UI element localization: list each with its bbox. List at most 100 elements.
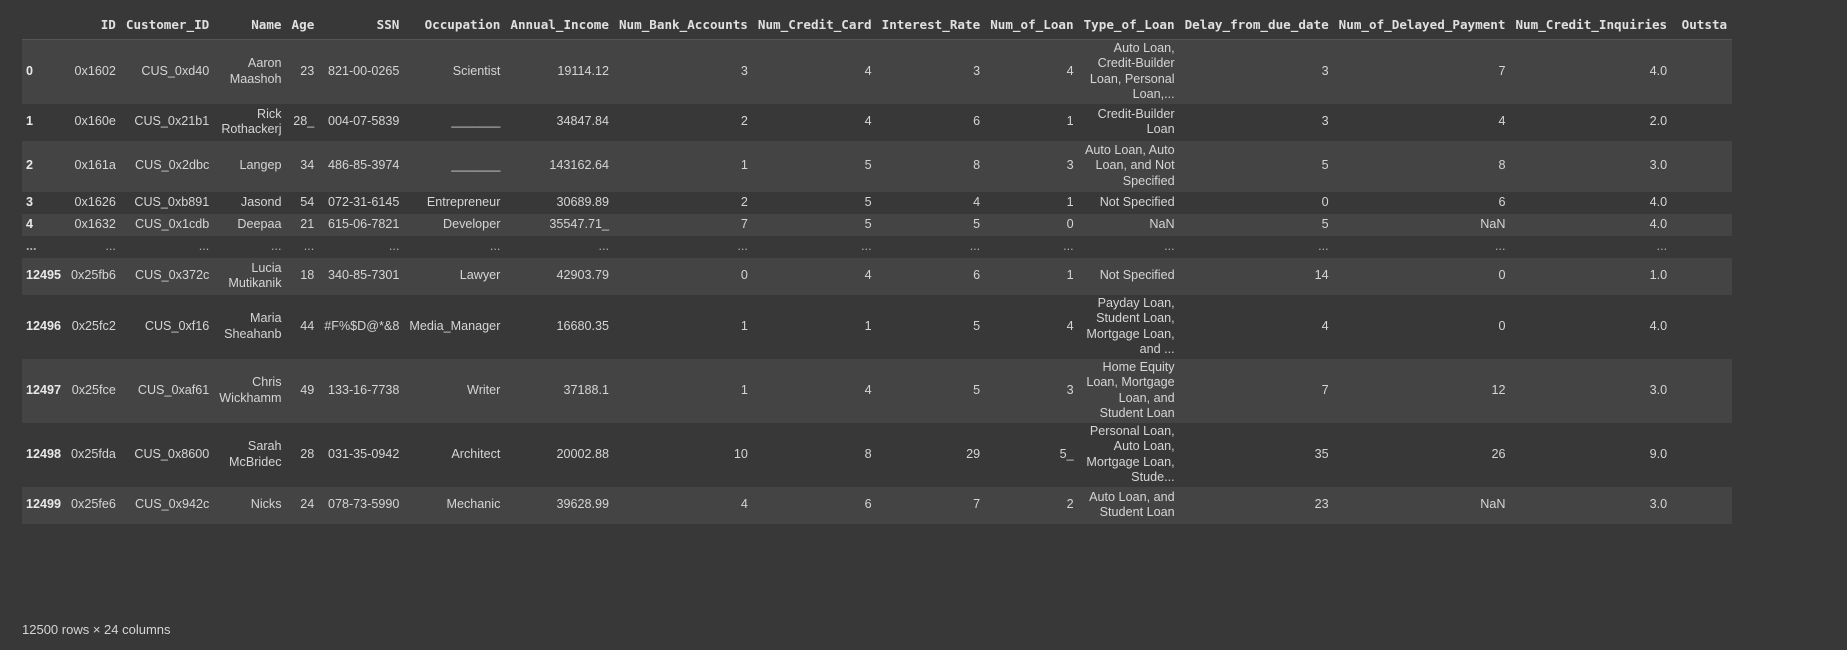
table-cell: CUS_0xf16 (144, 318, 210, 333)
table-cell (1672, 236, 1732, 258)
table-cell: 4 (1066, 64, 1074, 78)
ellipsis-row: ........................................… (22, 235, 1733, 258)
table-cell: 4 (740, 497, 748, 512)
table-cell: 4.0 (1649, 216, 1668, 231)
table-cell: Chris Wickhamm (219, 375, 282, 405)
table-row: 12499 0x25fe6 CUS_0x942c Nicks 24 078-73-5990… (22, 486, 1733, 524)
table-row: 12497 0x25fce CUS_0xaf61 Chris Wickhamm 49 13… (22, 358, 1733, 423)
row-index: 4 (26, 216, 34, 231)
table-cell: 4 (864, 114, 872, 129)
table-cell (1672, 104, 1732, 141)
table-cell: 4 (864, 64, 872, 78)
table-cell: 5 (973, 216, 981, 231)
table-cell: ... (105, 238, 116, 253)
table-cell: Personal Loan, Auto Loan, Mortgage Loan,… (1086, 423, 1175, 485)
table-cell: 0x161a (74, 158, 116, 173)
table-cell: ... (489, 238, 501, 253)
column-header: Annual_Income (505, 10, 614, 40)
table-cell: 1 (740, 382, 748, 397)
column-header: Occupation (404, 10, 506, 40)
dataframe-scroll-area[interactable]: ID Customer_ID Name Age SSN Occupation Annual_… (22, 10, 1847, 524)
table-cell: 49 (300, 382, 315, 397)
table-cell: 37188.1 (563, 382, 609, 397)
table-cell: 2 (740, 194, 748, 209)
table-cell: 30689.89 (556, 194, 609, 209)
column-header: Num_of_Loan (985, 10, 1079, 40)
table-cell: ... (598, 238, 609, 253)
row-index: 3 (26, 194, 34, 209)
table-cell: 4 (864, 268, 872, 283)
row-index: 2 (26, 158, 34, 173)
table-cell: CUS_0xb891 (134, 194, 210, 209)
table-cell: 24 (300, 497, 315, 512)
table-cell (1672, 487, 1732, 524)
table-row: 0 0x1602 CUS_0xd40 Aaron Maashoh 23 821-00-02… (22, 39, 1733, 104)
table-cell: 35547.71_ (549, 216, 609, 231)
table-cell: 5 (1321, 158, 1329, 173)
table-cell: 1 (740, 158, 748, 173)
table-cell: Entrepreneur (426, 194, 501, 209)
row-index: 1 (26, 114, 34, 129)
table-cell: ... (271, 238, 282, 253)
table-cell: ... (198, 238, 210, 253)
table-cell: Maria Sheahanb (224, 311, 282, 341)
table-cell: 3.0 (1649, 382, 1668, 397)
row-index: 12495 (26, 268, 62, 283)
table-cell: NaN (1480, 216, 1506, 231)
dataframe-shape-text: 12500 rows × 24 columns (22, 622, 171, 637)
table-cell: 9.0 (1649, 446, 1668, 461)
table-cell: CUS_0x2dbc (135, 158, 210, 173)
table-row: 4 0x1632 CUS_0x1cdb Deepaa 21 615-06-7821 Deve… (22, 213, 1733, 236)
table-cell: ... (388, 238, 400, 253)
table-cell (1672, 214, 1732, 236)
table-cell: 5 (1321, 216, 1329, 231)
table-cell: 0x1632 (74, 216, 116, 231)
table-cell: 3.0 (1649, 497, 1668, 512)
row-index: ... (26, 238, 37, 253)
table-cell: 031-35-0942 (327, 446, 400, 461)
table-cell: 5 (864, 194, 872, 209)
table-cell: 5 (973, 318, 981, 333)
table-cell: 0x1602 (74, 64, 116, 78)
table-cell (1672, 423, 1732, 487)
table-cell: Payday Loan, Student Loan, Mortgage Loan… (1086, 295, 1175, 357)
notebook-output: ID Customer_ID Name Age SSN Occupation Annual_… (0, 0, 1847, 650)
table-row: 2 0x161a CUS_0x2dbc Langep 34 486-85-3974 ____… (22, 140, 1733, 192)
table-cell: Writer (467, 382, 501, 397)
table-cell (1672, 141, 1732, 192)
table-cell: 2 (740, 114, 748, 129)
column-header: Name (214, 10, 287, 40)
table-cell: 23 (300, 64, 315, 78)
row-index: 12499 (26, 497, 62, 512)
table-cell: 10 (733, 446, 748, 461)
column-header: SSN (319, 10, 405, 40)
column-header: Interest_Rate (876, 10, 986, 40)
table-cell: 0x1626 (74, 194, 116, 209)
table-cell: 3 (973, 64, 981, 78)
table-cell: 3 (1321, 114, 1329, 129)
table-cell: NaN (1480, 497, 1506, 512)
table-cell: 4 (864, 382, 872, 397)
table-cell: 2 (1066, 497, 1074, 512)
column-header: Num_of_Delayed_Payment (1333, 10, 1511, 40)
table-cell: Aaron Maashoh (229, 56, 282, 86)
table-cell: 5 (864, 216, 872, 231)
table-cell: 5 (973, 382, 981, 397)
table-cell: 5_ (1059, 446, 1074, 461)
table-body: 0 0x1602 CUS_0xd40 Aaron Maashoh 23 821-00-02… (22, 39, 1733, 524)
table-cell: 1 (1066, 114, 1074, 129)
table-cell: Not Specified (1099, 268, 1175, 283)
table-cell: 1 (864, 318, 872, 333)
table-cell: 39628.99 (556, 497, 609, 512)
table-cell: 8 (864, 446, 872, 461)
table-cell: 54 (300, 194, 315, 209)
table-cell: CUS_0x8600 (134, 446, 210, 461)
table-cell: 0 (1498, 318, 1506, 333)
table-cell: Not Specified (1099, 194, 1175, 209)
table-cell: ... (1318, 238, 1329, 253)
table-cell (1672, 258, 1732, 295)
column-header: Num_Bank_Accounts (613, 10, 753, 40)
table-cell: Sarah McBridec (229, 439, 282, 469)
table-cell: 4 (1066, 318, 1074, 333)
table-cell: 6 (973, 268, 981, 283)
